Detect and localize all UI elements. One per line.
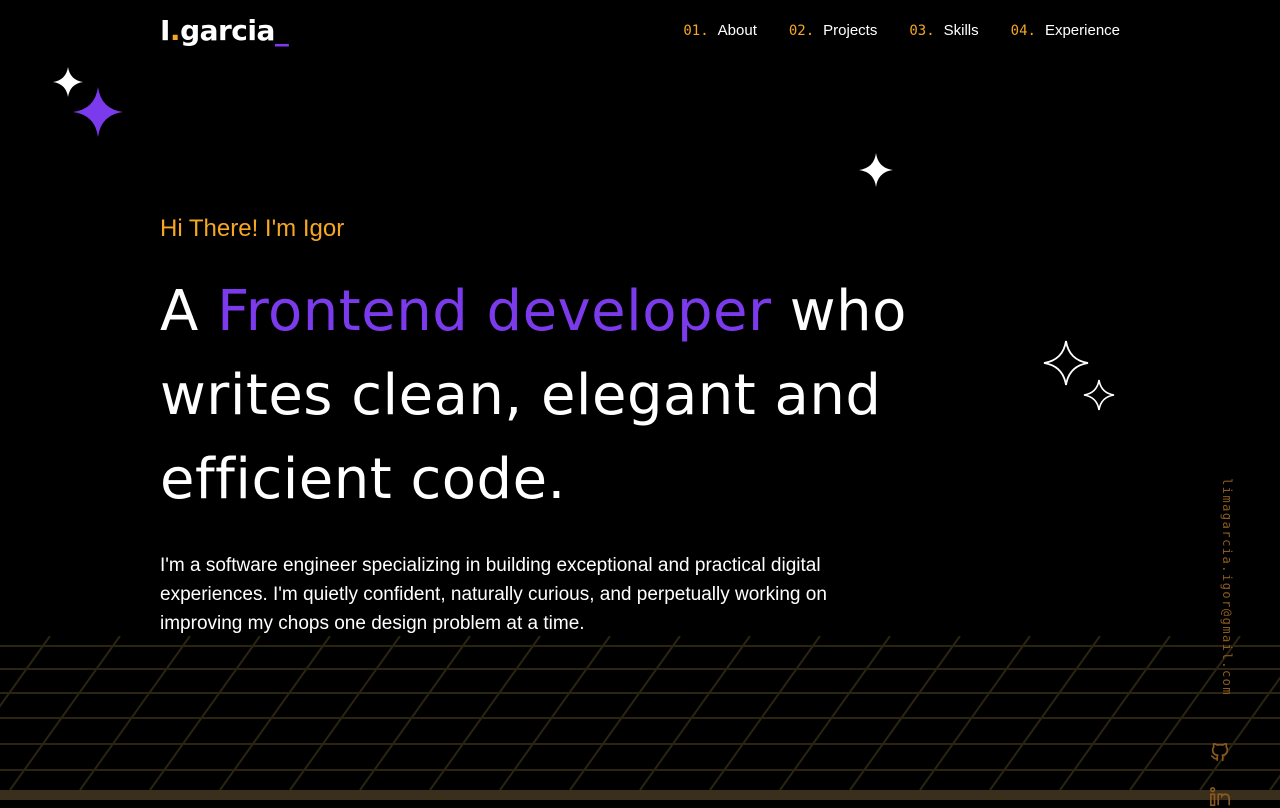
footer-strip: [0, 790, 1280, 800]
logo[interactable]: I.garcia_: [160, 14, 289, 47]
intro-paragraph: I'm a software engineer specializing in …: [160, 555, 827, 634]
nav-item-projects[interactable]: 02. Projects: [789, 22, 877, 39]
headline-prefix: A: [160, 279, 218, 344]
greeting: Hi There! I'm Igor: [160, 215, 345, 242]
main-nav: 01. About 02. Projects 03. Skills 04. Ex…: [683, 22, 1120, 39]
headline: A Frontend developer who writes clean, e…: [160, 270, 920, 522]
headline-accent: Frontend developer: [217, 279, 772, 344]
nav-label: About: [717, 22, 757, 39]
nav-label: Experience: [1044, 22, 1120, 39]
logo-letter: I: [160, 14, 170, 47]
nav-number: 03.: [909, 22, 935, 39]
github-icon[interactable]: [1209, 741, 1231, 763]
nav-label: Projects: [823, 22, 878, 39]
sparkle-purple-icon: [73, 87, 123, 137]
nav-number: 01.: [683, 22, 709, 39]
linkedin-icon[interactable]: [1209, 786, 1231, 808]
logo-dot: .: [169, 14, 181, 47]
nav-number: 02.: [788, 22, 815, 39]
sparkle-outline-icon: [1083, 379, 1115, 411]
logo-name: garcia: [180, 14, 275, 47]
nav-item-about[interactable]: 01. About: [683, 22, 757, 39]
logo-cursor: _: [274, 14, 289, 47]
sparkle-white-icon: [859, 153, 893, 187]
nav-number: 04.: [1010, 22, 1036, 39]
background-grid: [0, 636, 1280, 790]
nav-item-skills[interactable]: 03. Skills: [909, 22, 978, 39]
email-link[interactable]: limagarcia.igor@gmail.com: [1220, 478, 1234, 696]
nav-item-experience[interactable]: 04. Experience: [1011, 22, 1120, 39]
nav-label: Skills: [943, 22, 979, 39]
